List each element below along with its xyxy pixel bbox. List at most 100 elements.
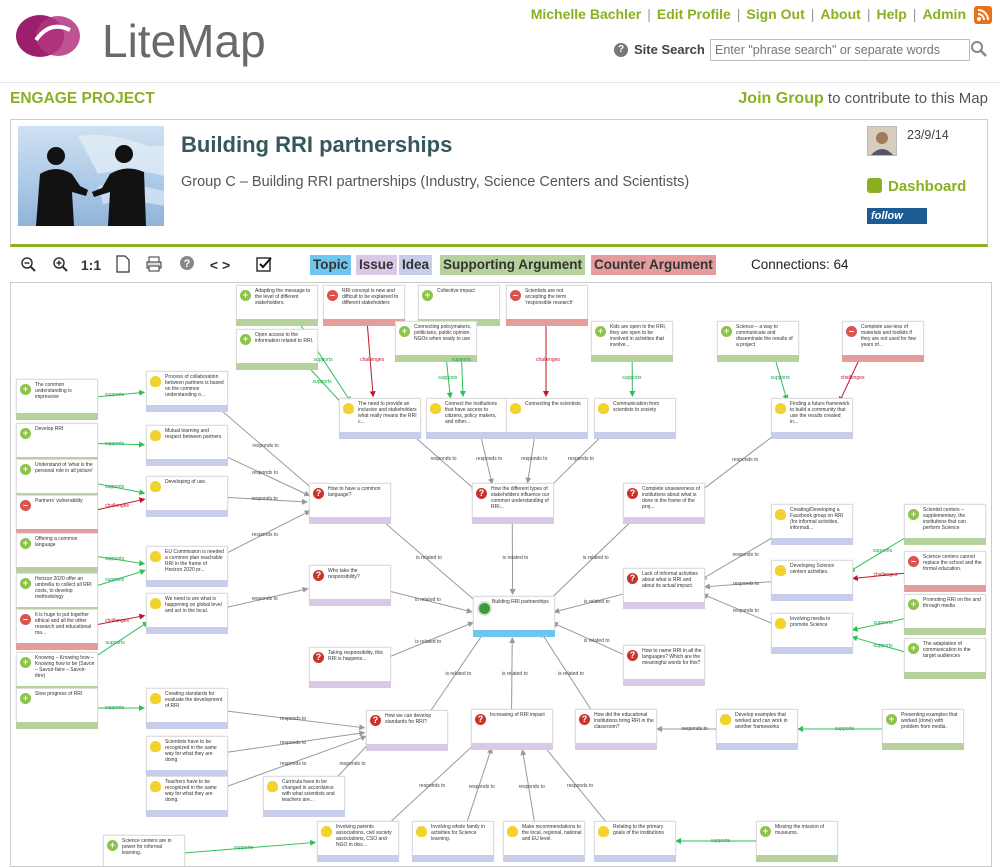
zoom-in-icon[interactable] [50,255,70,275]
pro-node-icon: + [399,326,410,337]
legend-counter-argument: Counter Argument [591,255,716,275]
node-text: Knowing – Knowing how – Knowing how to b… [35,655,95,679]
node-type-bar [472,517,554,524]
node-body: Creating/Developing a Facebook group on … [771,504,853,540]
nav-sign-out[interactable]: Sign Out [746,6,804,22]
node-text: Involving media to promote Science [790,616,850,640]
issue-node-icon: ? [475,714,486,725]
rss-icon[interactable] [974,6,992,24]
nav-user-link[interactable]: Michelle Bachler [531,6,642,22]
section-label: ENGAGE PROJECT [10,90,155,108]
connection-label: supports [105,484,124,490]
owner-avatar[interactable] [867,126,897,156]
nav-admin[interactable]: Admin [922,6,966,22]
zoom-out-icon[interactable] [18,255,38,275]
node-type-bar [756,855,838,862]
pro-node-icon: + [760,826,771,837]
connection-label: responds to [252,532,278,538]
idea-node-icon [321,826,332,837]
node-type-bar [16,722,98,729]
node-type-bar [146,580,228,587]
node-text: Communication from scientists to society [613,401,673,425]
dashboard-icon [867,178,882,193]
node-body: +Science centers are in power for inform… [103,835,185,867]
node-body: +Slow progress of RRI [16,688,98,724]
actual-size-button[interactable]: 1:1 [80,255,102,275]
pro-node-icon: + [107,840,118,851]
node-body: +Scientist centers – supplementary, the … [904,504,986,540]
node-type-bar [882,743,964,750]
help-icon[interactable]: ? [178,255,196,275]
connection-label: responds to [521,456,547,462]
con-node-icon: – [20,614,31,625]
node-text: EU Commission is needed a common plan re… [165,549,225,573]
node-type-bar [317,855,399,862]
connection-label: challenges [105,618,129,624]
node-body: ?Taking responsibility, this RRI is happ… [309,647,391,683]
node-type-bar [771,647,853,654]
node-type-bar [146,810,228,817]
node-body: Involving parents associations, civil so… [317,821,399,857]
idea-node-icon [598,826,609,837]
connection-label: responds to [476,456,502,462]
header-divider [0,82,1000,83]
search-help-icon[interactable]: ? [614,43,628,57]
fit-page-icon[interactable] [114,255,132,275]
search-input[interactable] [710,39,970,61]
node-text: Developing of use. [165,479,225,503]
node-text: Involving whole family in activities for… [431,824,491,848]
con-node-icon: – [510,290,521,301]
search-icon[interactable] [970,40,988,58]
issue-node-icon: ? [370,715,381,726]
select-all-icon[interactable] [254,255,274,275]
connection-label: supports [313,379,332,385]
node-body: +Science – a way to communicate and diss… [717,321,799,357]
node-body: Developing of use. [146,476,228,512]
node-text: Connecting policymakers, politicians, pu… [414,324,474,348]
node-body: Building RRI partnerships [473,596,555,632]
node-body: Finding a future framework to build a co… [771,398,853,434]
litemap-logo[interactable]: LiteMap [14,10,264,66]
follow-button[interactable]: follow [867,208,927,224]
connection-label: challenges [105,503,129,509]
idea-node-icon [416,826,427,837]
connection-label: responds to [733,581,759,587]
dashboard-link[interactable]: Dashboard [867,178,966,195]
project-header: Building RRI partnerships Group C – Buil… [10,119,988,247]
node-text: RRI concept is new and difficult to be e… [342,288,402,312]
nav-edit-profile[interactable]: Edit Profile [657,6,731,22]
connection-label: is related to [502,555,528,561]
idea-node-icon [775,618,786,629]
node-text: How to have a common language? [328,486,388,510]
dashboard-label: Dashboard [888,178,966,195]
node-type-bar [146,405,228,412]
connection-label: responds to [280,761,306,767]
svg-text:?: ? [184,258,191,270]
node-type-bar [236,363,318,370]
node-body: ?How to have a common language? [309,483,391,519]
join-group-link[interactable]: Join Group [738,90,823,107]
node-type-bar [503,855,585,862]
connection-label: responds to [419,783,445,789]
top-nav: Michelle Bachler|Edit Profile|Sign Out|A… [531,6,966,22]
idea-node-icon [150,693,161,704]
node-text: Develop RRI [35,426,95,450]
idea-node-icon [150,598,161,609]
node-text: Developing Science centers activities. [790,563,850,587]
connection-label: is related to [415,597,441,603]
node-body: EU Commission is needed a common plan re… [146,546,228,582]
argument-map[interactable]: +Adapting the message to the level of di… [10,282,992,867]
node-type-bar [473,630,555,637]
node-text: How the different types of stakeholders … [491,486,551,510]
navigation-toggle[interactable]: < > [206,255,234,275]
node-type-bar [236,319,318,326]
nav-about[interactable]: About [820,6,860,22]
node-body: ?Complete unawareness of institutions ab… [623,483,705,519]
connection-label: is related to [584,599,610,605]
node-type-bar [771,538,853,545]
nav-help[interactable]: Help [876,6,906,22]
connection-label: is related to [502,671,528,677]
connection-label: supports [313,357,332,363]
pro-node-icon: + [422,290,433,301]
print-icon[interactable] [144,255,164,275]
